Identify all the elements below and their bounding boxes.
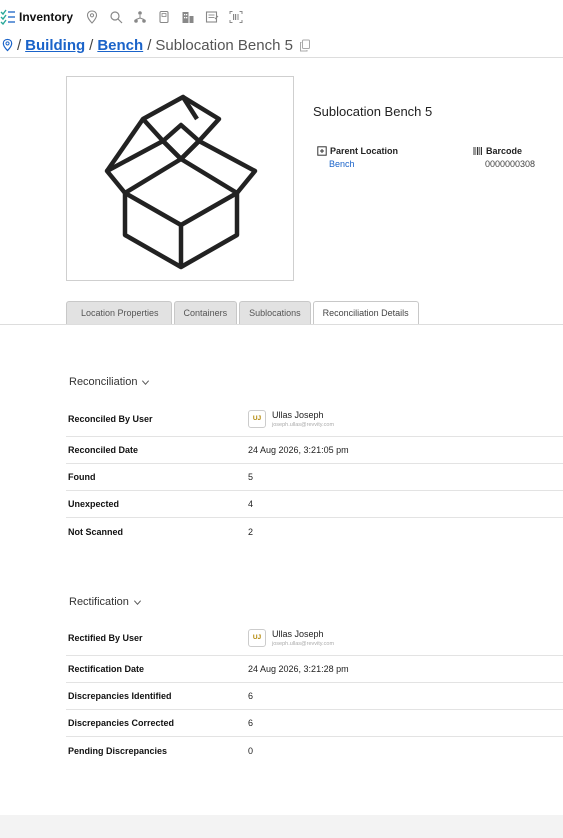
row-value: 4 bbox=[248, 499, 254, 509]
row-value: 0 bbox=[248, 745, 254, 756]
barcode-icon bbox=[473, 147, 482, 155]
parent-location-field: Parent Location Bench bbox=[317, 146, 398, 169]
app-title: Inventory bbox=[19, 9, 74, 24]
table-row: Rectification Date 24 Aug 2026, 3:21:28 … bbox=[66, 656, 563, 683]
location-title: Sublocation Bench 5 bbox=[313, 104, 433, 119]
user-name: Ullas Joseph bbox=[272, 628, 324, 639]
rectification-section-header[interactable]: Rectification bbox=[69, 596, 142, 608]
row-label: Found bbox=[68, 472, 96, 482]
avatar: UJ bbox=[248, 409, 266, 428]
barcode-value: 0000000308 bbox=[485, 159, 536, 169]
tabs-divider bbox=[0, 324, 563, 325]
reconciliation-section-header[interactable]: Reconciliation bbox=[69, 376, 150, 388]
user-email: joseph.ullas@revvity.com bbox=[272, 640, 335, 647]
table-row: Reconciled Date 24 Aug 2026, 3:21:05 pm bbox=[66, 437, 563, 464]
notes-icon[interactable] bbox=[201, 7, 223, 27]
tab-containers[interactable]: Containers bbox=[173, 301, 238, 324]
row-label: Rectification Date bbox=[68, 664, 145, 674]
parent-location-icon bbox=[317, 146, 327, 156]
hierarchy-icon[interactable] bbox=[129, 7, 151, 27]
table-row: Rectified By User UJ Ullas Joseph joseph… bbox=[66, 620, 563, 656]
row-label: Pending Discrepancies bbox=[68, 745, 168, 756]
row-label: Discrepancies Corrected bbox=[68, 718, 175, 728]
inventory-app-icon bbox=[0, 9, 15, 25]
table-row: Discrepancies Identified 6 bbox=[66, 683, 563, 710]
row-label: Reconciled By User bbox=[68, 413, 153, 424]
reconciliation-section-title: Reconciliation bbox=[69, 376, 138, 388]
user-email: joseph.ullas@revvity.com bbox=[272, 421, 335, 428]
row-value: 6 bbox=[248, 691, 254, 701]
rectification-section-title: Rectification bbox=[69, 596, 129, 608]
tab-reconciliation-details[interactable]: Reconciliation Details bbox=[312, 301, 419, 324]
barcode-field: Barcode 0000000308 bbox=[473, 146, 535, 169]
row-label: Discrepancies Identified bbox=[68, 691, 172, 701]
table-row: Discrepancies Corrected 6 bbox=[66, 710, 563, 737]
rectified-by-user: UJ Ullas Joseph joseph.ullas@revvity.com bbox=[248, 628, 335, 647]
row-label: Rectified By User bbox=[68, 632, 143, 643]
barcode-scan-icon[interactable] bbox=[225, 7, 247, 27]
user-name: Ullas Joseph bbox=[272, 409, 324, 420]
chevron-down-icon[interactable] bbox=[133, 598, 142, 607]
detail-tabs: Location Properties Containers Sublocati… bbox=[66, 301, 421, 324]
breadcrumb-separator: / bbox=[89, 36, 94, 54]
building-icon[interactable] bbox=[177, 7, 199, 27]
row-value: 2 bbox=[248, 526, 254, 537]
row-value: 5 bbox=[248, 472, 254, 482]
tab-location-properties[interactable]: Location Properties bbox=[66, 301, 172, 324]
footer-band bbox=[0, 815, 563, 838]
table-row: Unexpected 4 bbox=[66, 491, 563, 518]
row-label: Unexpected bbox=[68, 499, 120, 509]
row-value: 24 Aug 2026, 3:21:28 pm bbox=[248, 664, 349, 674]
parent-location-label-text: Parent Location bbox=[330, 146, 399, 156]
breadcrumb-link-bench[interactable]: Bench bbox=[97, 37, 143, 54]
location-pin-icon[interactable] bbox=[81, 7, 103, 27]
breadcrumb-separator: / bbox=[17, 36, 22, 54]
app-toolbar: Inventory bbox=[0, 0, 563, 33]
parent-location-label: Parent Location bbox=[317, 146, 398, 156]
chevron-down-icon[interactable] bbox=[141, 378, 150, 387]
table-row: Pending Discrepancies 0 bbox=[66, 737, 563, 764]
reconciled-by-user: UJ Ullas Joseph joseph.ullas@revvity.com bbox=[248, 409, 335, 428]
breadcrumb-link-building[interactable]: Building bbox=[25, 37, 85, 54]
location-pin-icon bbox=[2, 38, 13, 52]
breadcrumb-separator: / bbox=[147, 36, 152, 54]
row-value: 24 Aug 2026, 3:21:05 pm bbox=[248, 445, 349, 455]
parent-location-link[interactable]: Bench bbox=[317, 159, 398, 169]
location-image-frame bbox=[66, 76, 294, 281]
breadcrumb: / Building / Bench / Sublocation Bench 5 bbox=[0, 34, 563, 56]
header-divider bbox=[0, 57, 563, 58]
tab-sublocations[interactable]: Sublocations bbox=[239, 301, 311, 324]
open-box-icon bbox=[104, 94, 258, 270]
copy-icon[interactable] bbox=[299, 39, 311, 52]
avatar: UJ bbox=[248, 628, 266, 647]
row-label: Reconciled Date bbox=[68, 445, 139, 455]
barcode-label-text: Barcode bbox=[486, 146, 523, 156]
table-row: Reconciled By User UJ Ullas Joseph josep… bbox=[66, 401, 563, 437]
table-row: Not Scanned 2 bbox=[66, 518, 563, 545]
row-label: Not Scanned bbox=[68, 526, 124, 537]
scanner-icon[interactable] bbox=[153, 7, 175, 27]
row-value: 6 bbox=[248, 718, 254, 728]
barcode-label: Barcode bbox=[473, 146, 535, 156]
table-row: Found 5 bbox=[66, 464, 563, 491]
search-icon[interactable] bbox=[105, 7, 127, 27]
breadcrumb-current: Sublocation Bench 5 bbox=[155, 36, 293, 54]
